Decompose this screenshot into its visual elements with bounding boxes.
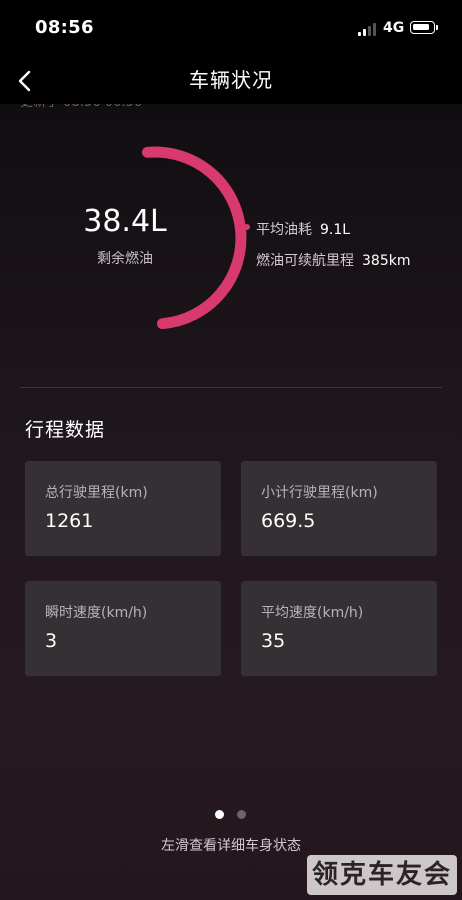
page-indicator-dot[interactable]	[215, 810, 224, 819]
divider	[20, 387, 442, 388]
card-label: 总行驶里程(km)	[45, 485, 148, 501]
card-label: 瞬时速度(km/h)	[45, 605, 148, 621]
fuel-range-label: 燃油可续航里程	[256, 253, 354, 269]
avg-fuel-consumption-label: 平均油耗	[256, 222, 312, 238]
fuel-range-value: 385km	[362, 253, 411, 269]
watermark-logo: 领克车友会	[307, 855, 457, 895]
page-indicator-dot[interactable]	[237, 810, 246, 819]
trip-section-title: 行程数据	[25, 419, 106, 441]
fuel-remaining-label: 剩余燃油	[97, 251, 153, 267]
total-mileage-card: 总行驶里程(km) 1261	[25, 461, 221, 556]
fuel-range: 燃油可续航里程 385km	[256, 250, 410, 270]
page-title: 车辆状况	[189, 68, 273, 92]
swipe-hint: 左滑查看详细车身状态	[161, 838, 301, 854]
card-value: 35	[261, 630, 286, 652]
avg-fuel-consumption: 平均油耗 9.1L	[256, 219, 350, 239]
card-label: 平均速度(km/h)	[261, 605, 364, 621]
current-speed-card: 瞬时速度(km/h) 3	[25, 581, 221, 676]
nav-bar: 车辆状况	[0, 58, 462, 104]
fuel-gauge	[142, 146, 247, 330]
card-value: 669.5	[261, 510, 316, 532]
avg-speed-card: 平均速度(km/h) 35	[241, 581, 437, 676]
trip-mileage-card: 小计行驶里程(km) 669.5	[241, 461, 437, 556]
card-value: 1261	[45, 510, 94, 532]
legend-dot	[244, 224, 250, 230]
card-value: 3	[45, 630, 58, 652]
card-label: 小计行驶里程(km)	[261, 485, 378, 501]
fuel-remaining-value: 38.4L	[83, 204, 167, 239]
avg-fuel-consumption-value: 9.1L	[320, 222, 351, 238]
